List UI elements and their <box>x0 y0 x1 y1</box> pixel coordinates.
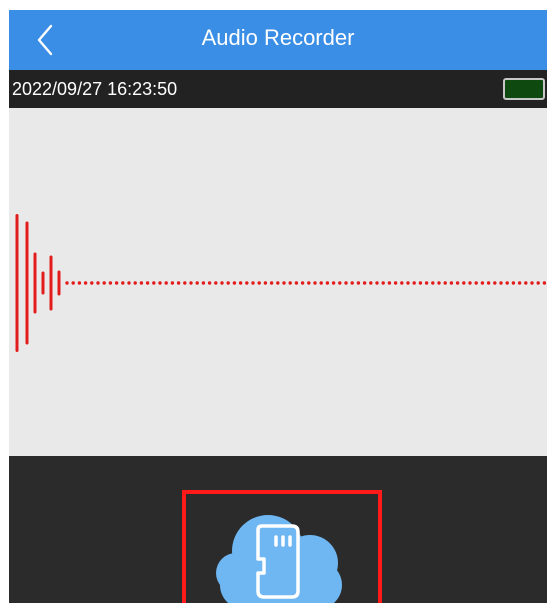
cloud-sd-card-icon <box>206 499 356 603</box>
waveform-graph <box>15 214 547 352</box>
control-panel <box>9 456 547 603</box>
app-header: Audio Recorder <box>9 10 547 70</box>
sd-card-storage-button[interactable] <box>182 490 382 603</box>
battery-icon <box>503 78 545 100</box>
page-title: Audio Recorder <box>201 25 355 50</box>
waveform-baseline <box>65 281 547 285</box>
recording-timestamp: 2022/09/27 16:23:50 <box>12 79 178 99</box>
recorder-screen: Audio Recorder 2022/09/27 16:23:50 <box>9 10 547 603</box>
waveform-display <box>9 108 547 456</box>
status-bar: 2022/09/27 16:23:50 <box>9 70 547 108</box>
